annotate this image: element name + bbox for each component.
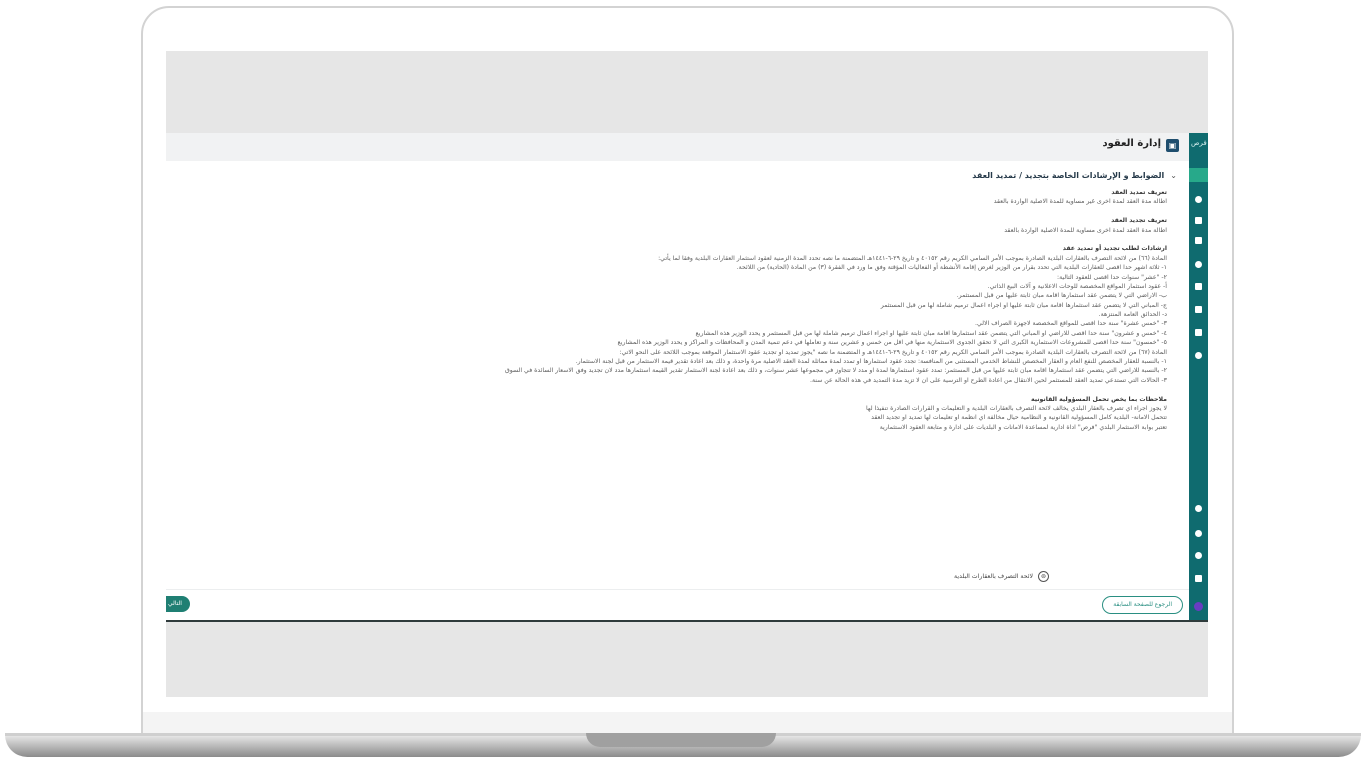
guideline-line: ٣- "خمس عشرة" سنة حدا اقصى للمواقع المخص… [975,320,1167,328]
guideline-line: المادة (٦٧) من لائحة التصرف بالعقارات ال… [619,348,1167,356]
chevron-down-icon[interactable]: ⌄ [1170,171,1177,180]
guideline-line: اطالة مدة العقد لمدة اخرى مساوية للمدة ا… [1004,226,1167,234]
guideline-spacer [167,385,1167,394]
guideline-spacer [167,235,1167,244]
page-title: إدارة العقود [1102,138,1161,149]
attachment-label[interactable]: لائحة التصرف بالعقارات البلدية [954,573,1033,580]
guideline-line: تعتبر بوابة الاستثمار البلدي "فرص" اداة … [879,423,1167,431]
guideline-line: ج- المباني التي لا يتضمن عقد استثمارها ا… [880,301,1167,309]
guideline-line: ارشادات لطلب تجديد أو تمديد عقد [1062,245,1167,253]
rail-avatar[interactable] [1194,602,1203,611]
guideline-line: لا يجوز اجراء اي تصرف بالعقار البلدي يخا… [866,404,1167,412]
rail-item-active[interactable] [1189,168,1208,182]
laptop-screen: ▣ إدارة العقود فرص ⌄ الضوابط و الإرشادات… [166,51,1208,697]
laptop-bezel-bottom [143,712,1232,734]
back-button[interactable]: الرجوع للصفحة السابقة [1102,596,1183,614]
screen-divider [166,620,1208,622]
guideline-line: المادة (٦٦) من لائحة التصرف بالعقارات ال… [658,254,1167,262]
guideline-spacer [167,207,1167,216]
guideline-line: ٣- الحالات التي تستدعي تمديد العقد للمست… [809,376,1167,384]
briefcase-icon: ▣ [1166,139,1179,152]
app-logo: فرص [1191,139,1207,147]
rail-item-menu-icon[interactable] [1195,575,1202,582]
rail-item-phone-icon[interactable] [1195,505,1202,512]
guidelines-panel: ⌄ الضوابط و الإرشادات الخاصة بتجديد / تم… [166,161,1189,589]
guideline-line: تتحمل الامانة- البلدية كامل المسؤولية ال… [871,414,1167,422]
guideline-line: ملاحظات بما يخص تحمل المسؤولية القانونية [1030,395,1167,403]
guideline-line: ٢- بالنسبة للاراضي التي يتضمن عقد استثما… [504,367,1167,375]
section-header[interactable]: ⌄ الضوابط و الإرشادات الخاصة بتجديد / تم… [972,171,1177,180]
guideline-line: ١- ثلاثة اشهر حدا اقصى للعقارات البلدية … [736,264,1167,272]
rail-item-globe-icon[interactable] [1195,261,1202,268]
guideline-line: ٥- "خمسون" سنة حدا اقصى للمشروعات الاستث… [617,339,1168,347]
guideline-line: أ- عقود استثمار المواقع المخصصة للوحات ا… [987,282,1167,290]
rail-item-home-icon[interactable] [1195,196,1202,203]
guideline-line: ١- بالنسبة للعقار المخصص للنفع العام و ا… [575,358,1167,366]
rail-item-grid-icon[interactable] [1195,217,1202,224]
guidelines-text: تعريف تمديد العقد اطالة مدة العقد لمدة اخ… [167,188,1167,432]
rail-item-chart-icon[interactable] [1195,237,1202,244]
rail-item-bell-icon[interactable] [1195,530,1202,537]
guideline-line: تعريف تمديد العقد [1111,189,1167,196]
guideline-line: ٢- "عشر" سنوات حدا اقصى للعقود التالية: [1057,273,1167,281]
contracts-app: ▣ إدارة العقود فرص ⌄ الضوابط و الإرشادات… [166,133,1208,621]
attachment-link[interactable]: ⊚ لائحة التصرف بالعقارات البلدية [954,571,1049,582]
page-header: ▣ إدارة العقود [166,133,1189,162]
guideline-line: د- الحدائق العامة المنتزهة. [1098,311,1167,319]
rail-item-file-icon[interactable] [1195,306,1202,313]
side-rail: فرص [1189,133,1208,620]
next-button[interactable]: التالي [166,596,190,612]
guideline-line: ٤- "خمس و عشرون" سنة حدا اقصى للاراضي او… [695,329,1168,337]
rail-item-user-icon[interactable] [1195,552,1202,559]
form-footer: الرجوع للصفحة السابقة التالي [166,589,1189,621]
guideline-line: اطالة مدة العقد لمدة اخرى غير مساوية للم… [993,198,1167,206]
section-title: الضوابط و الإرشادات الخاصة بتجديد / تمدي… [972,171,1165,180]
laptop-notch [586,733,776,747]
rail-item-message-icon[interactable] [1195,329,1202,336]
rail-item-star-icon[interactable] [1195,352,1202,359]
rail-item-document-icon[interactable] [1195,283,1202,290]
guideline-line: تعريف تجديد العقد [1111,217,1167,225]
attachment-icon: ⊚ [1038,571,1049,582]
guideline-line: ب- الاراضي التي لا يتضمن عقد استثمارها ا… [956,292,1167,300]
